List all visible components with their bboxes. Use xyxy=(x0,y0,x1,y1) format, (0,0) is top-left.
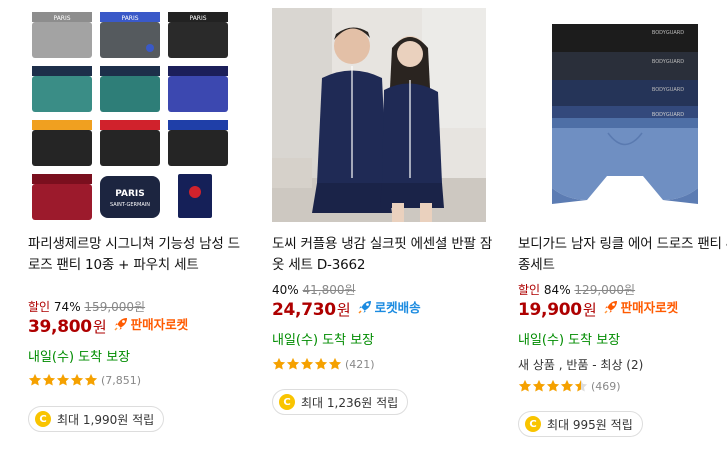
product-image[interactable]: BODYGUARD BODYGUARD BODYGUARD BODYGUARD xyxy=(518,8,727,222)
coin-icon: C xyxy=(525,416,541,432)
reward-points: 최대 1,990원 적립 xyxy=(57,412,155,427)
coin-icon: C xyxy=(279,394,295,410)
star-icon xyxy=(300,357,314,370)
star-icon xyxy=(328,357,342,370)
reward-points: 최대 995원 적립 xyxy=(547,417,633,432)
product-card-2[interactable]: 도씨 커플용 냉감 실크핏 에센셜 반팔 잠옷 세트 D-3662 40% 41… xyxy=(270,0,500,467)
star-icon xyxy=(28,373,42,386)
star-icon xyxy=(314,357,328,370)
badge-label: 판매자로켓 xyxy=(620,300,679,315)
svg-text:PARIS: PARIS xyxy=(121,15,138,22)
svg-text:PARIS: PARIS xyxy=(53,15,70,22)
svg-text:BODYGUARD: BODYGUARD xyxy=(652,30,684,36)
product-title[interactable]: 파리생제르망 시그니쳐 기능성 남성 드로즈 팬티 10종 + 파우치 세트 xyxy=(28,234,252,276)
svg-text:SAINT-GERMAIN: SAINT-GERMAIN xyxy=(110,202,150,208)
rocket-icon xyxy=(358,300,371,314)
star-rating xyxy=(272,357,342,371)
discount-row: 할인 74% 159,000원 xyxy=(28,298,145,315)
review-count: (469) xyxy=(591,379,621,393)
reward-points: 최대 1,236원 적립 xyxy=(301,395,399,410)
underwear-set-image: PARIS PARIS PARIS PARIS SAINT-GERMAIN xyxy=(28,8,242,222)
delivery-guarantee: 내일(수) 도착 보장 xyxy=(518,333,621,348)
rocket-delivery-badge: 로켓배송 xyxy=(357,297,421,316)
rocket-icon xyxy=(114,317,127,331)
price-row: 39,800 원 판매자로켓 xyxy=(28,314,188,337)
rating: (469) xyxy=(518,379,621,393)
price-row: 24,730 원 로켓배송 xyxy=(272,297,421,320)
product-image[interactable]: PARIS PARIS PARIS PARIS SAINT-GERMAIN xyxy=(28,8,242,222)
rocket-icon xyxy=(604,300,617,314)
product-card-1[interactable]: PARIS PARIS PARIS PARIS SAINT-GERMAIN 파리… xyxy=(26,0,256,467)
discount-row: 40% 41,800원 xyxy=(272,281,356,298)
svg-text:BODYGUARD: BODYGUARD xyxy=(652,87,684,93)
star-icon xyxy=(518,379,532,392)
discount-label: 할인 xyxy=(518,283,541,297)
product-title[interactable]: 보디가드 남자 링클 에어 드로즈 팬티 4종세트 xyxy=(518,234,727,276)
star-icon xyxy=(546,379,560,392)
sale-price: 39,800 xyxy=(28,316,92,337)
discount-row: 할인 84% 129,000원 xyxy=(518,281,635,298)
original-price: 159,000원 xyxy=(84,300,146,314)
sale-price: 19,900 xyxy=(518,299,582,320)
star-icon xyxy=(560,379,574,392)
currency-label: 원 xyxy=(582,300,597,319)
star-rating xyxy=(518,379,588,393)
original-price: 129,000원 xyxy=(574,283,636,297)
star-icon xyxy=(70,373,84,386)
used-item-note[interactable]: 새 상품 , 반품 - 최상 (2) xyxy=(518,356,643,373)
discount-label: 할인 xyxy=(28,300,51,314)
review-count: (7,851) xyxy=(101,373,142,387)
couple-pajama-image xyxy=(272,8,486,222)
star-icon xyxy=(532,379,546,392)
badge-label: 판매자로켓 xyxy=(130,317,189,332)
delivery-guarantee: 내일(수) 도착 보장 xyxy=(272,333,375,348)
currency-label: 원 xyxy=(92,317,107,336)
half-star-icon xyxy=(574,379,588,392)
star-icon xyxy=(42,373,56,386)
star-icon xyxy=(286,357,300,370)
discount-percent: 84% xyxy=(543,283,571,297)
delivery-guarantee: 내일(수) 도착 보장 xyxy=(28,350,131,365)
product-card-3[interactable]: BODYGUARD BODYGUARD BODYGUARD BODYGUARD … xyxy=(516,0,727,467)
coin-icon: C xyxy=(35,411,51,427)
discount-percent: 40% xyxy=(272,283,299,297)
discount-percent: 74% xyxy=(53,300,81,314)
svg-text:BODYGUARD: BODYGUARD xyxy=(652,59,684,65)
product-image[interactable] xyxy=(272,8,486,222)
original-price: 41,800원 xyxy=(302,283,356,297)
svg-text:PARIS: PARIS xyxy=(115,189,145,199)
briefs-stack-image: BODYGUARD BODYGUARD BODYGUARD BODYGUARD xyxy=(518,8,727,222)
svg-text:PARIS: PARIS xyxy=(189,15,206,22)
star-icon xyxy=(84,373,98,386)
star-icon xyxy=(272,357,286,370)
product-title[interactable]: 도씨 커플용 냉감 실크핏 에센셜 반팔 잠옷 세트 D-3662 xyxy=(272,234,496,276)
price-row: 19,900 원 판매자로켓 xyxy=(518,297,678,320)
star-rating xyxy=(28,373,98,387)
reward-points-badge: C 최대 1,236원 적립 xyxy=(272,389,409,415)
rating: (421) xyxy=(272,357,375,371)
reward-points-badge: C 최대 1,990원 적립 xyxy=(28,406,165,432)
rating: (7,851) xyxy=(28,373,141,387)
sale-price: 24,730 xyxy=(272,299,336,320)
badge-label: 로켓배송 xyxy=(374,300,421,315)
seller-rocket-badge: 판매자로켓 xyxy=(113,314,189,333)
svg-text:BODYGUARD: BODYGUARD xyxy=(652,112,684,118)
review-count: (421) xyxy=(345,357,375,371)
reward-points-badge: C 최대 995원 적립 xyxy=(518,411,643,437)
star-icon xyxy=(56,373,70,386)
currency-label: 원 xyxy=(336,300,351,319)
seller-rocket-badge: 판매자로켓 xyxy=(603,297,679,316)
